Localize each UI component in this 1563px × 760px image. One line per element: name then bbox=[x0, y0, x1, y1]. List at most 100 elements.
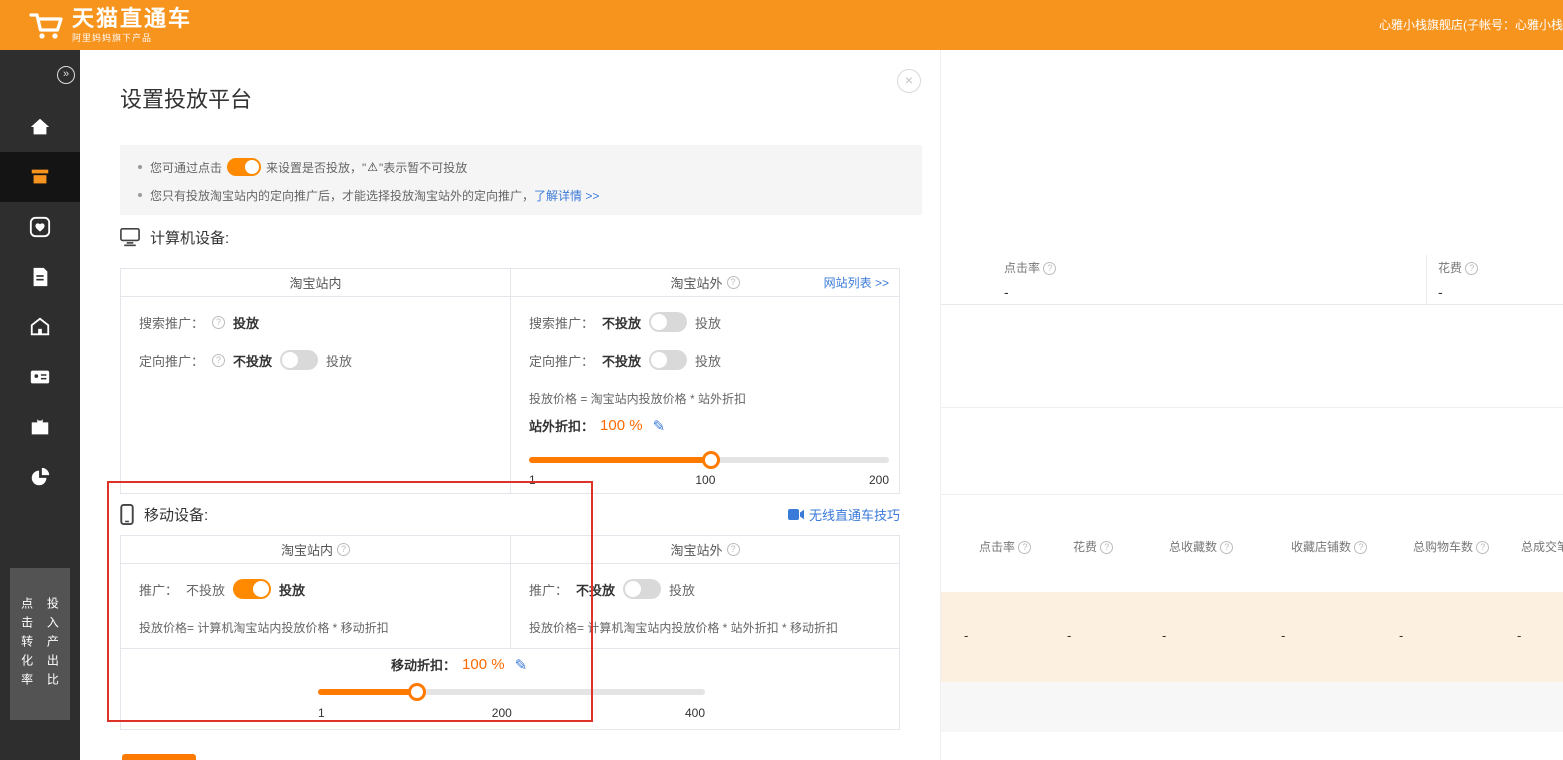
table-header-shop-favorites: 收藏店铺数 ? bbox=[1291, 538, 1367, 555]
background-report-page: 点击率 ? - 花费 ? - 点击率 ? 花费 ? 总收藏数 ? 收藏店铺数 ?… bbox=[940, 50, 1563, 760]
help-icon[interactable]: ? bbox=[1043, 262, 1056, 275]
sidebar-item-home[interactable] bbox=[0, 102, 80, 152]
help-icon[interactable]: ? bbox=[212, 354, 225, 367]
row-label: 搜索推广： bbox=[139, 313, 204, 332]
close-icon[interactable]: × bbox=[897, 69, 921, 93]
sidebar-item-campaign[interactable] bbox=[0, 152, 80, 202]
cost-value: - bbox=[1438, 276, 1478, 300]
sidebar-item-favorites[interactable] bbox=[0, 202, 80, 252]
discount-value: 100 % bbox=[462, 656, 505, 673]
header-taobao-onsite: 淘宝站内 ? bbox=[121, 536, 510, 563]
sidebar-item-account[interactable] bbox=[0, 352, 80, 402]
table-cell: - bbox=[1162, 628, 1166, 643]
toggle-knob bbox=[625, 581, 641, 597]
row-label: 定向推广： bbox=[529, 351, 594, 370]
header-label: 淘宝站外 bbox=[670, 273, 722, 292]
bullet-dot bbox=[138, 193, 142, 197]
confirm-button[interactable] bbox=[122, 754, 196, 760]
row-label: 定向推广： bbox=[139, 351, 204, 370]
header-label: 总购物车数 bbox=[1413, 540, 1473, 554]
target-promo-row: 定向推广： ? 不投放 投放 bbox=[139, 349, 352, 371]
mobile-discount-line: 移动折扣： 100 % ✎ bbox=[391, 655, 527, 674]
offsite-discount-slider[interactable] bbox=[529, 451, 889, 469]
help-icon[interactable]: ? bbox=[1220, 541, 1233, 554]
metric-conversion-rate[interactable]: 点击转化率 bbox=[19, 597, 36, 692]
mobile-discount-slider[interactable] bbox=[318, 683, 705, 701]
slider-ticks: 1 200 400 bbox=[318, 706, 705, 721]
edit-pencil-icon[interactable]: ✎ bbox=[515, 656, 528, 674]
help-icon[interactable]: ? bbox=[1354, 541, 1367, 554]
bullet-dot bbox=[138, 165, 142, 169]
tip-line-1: 您可通过点击 来设置是否投放，"⚠"表示暂不可投放 bbox=[138, 157, 467, 177]
table-header-orders: 总成交笔 bbox=[1521, 538, 1563, 555]
divider bbox=[941, 407, 1563, 408]
discount-value: 100 % bbox=[600, 417, 643, 434]
app-root: 点击率 ? - 花费 ? - 点击率 ? 花费 ? 总收藏数 ? 收藏店铺数 ?… bbox=[0, 0, 1563, 760]
sidebar-item-data[interactable] bbox=[0, 452, 80, 502]
summary-col-ctr: 点击率 ? - bbox=[1004, 255, 1056, 300]
state-off-label: 不投放 bbox=[233, 351, 272, 370]
summary-col-label: 花费 ? bbox=[1438, 255, 1478, 276]
card-icon bbox=[29, 366, 51, 388]
row-label: 搜索推广： bbox=[529, 313, 594, 332]
slider-fill bbox=[318, 689, 417, 695]
row-label: 推广： bbox=[529, 580, 568, 599]
help-icon[interactable]: ? bbox=[212, 316, 225, 329]
computer-offsite-search-toggle[interactable] bbox=[649, 312, 687, 332]
help-icon[interactable]: ? bbox=[1476, 541, 1489, 554]
help-icon[interactable]: ? bbox=[1100, 541, 1113, 554]
wireless-tips-link[interactable]: 无线直通车技巧 bbox=[788, 505, 900, 524]
tip-text: "表示暂不可投放 bbox=[379, 159, 467, 176]
help-icon[interactable]: ? bbox=[727, 543, 740, 556]
computer-onsite-target-toggle[interactable] bbox=[280, 350, 318, 370]
shop-icon bbox=[29, 166, 51, 188]
account-info[interactable]: 心雅小栈旗舰店(子帐号：心雅小栈 bbox=[1379, 0, 1563, 50]
slider-fill bbox=[529, 457, 711, 463]
header-taobao-onsite: 淘宝站内 bbox=[121, 269, 510, 296]
ctr-label: 点击率 bbox=[1004, 261, 1040, 275]
state-off-label: 不投放 bbox=[576, 580, 615, 599]
site-list-link[interactable]: 网站列表 >> bbox=[824, 274, 889, 291]
search-promo-row: 搜索推广： ? 投放 bbox=[139, 311, 259, 333]
help-icon[interactable]: ? bbox=[727, 276, 740, 289]
warning-icon: ⚠ bbox=[367, 160, 378, 174]
ctr-value: - bbox=[1004, 276, 1056, 300]
discount-label: 站外折扣： bbox=[529, 416, 594, 435]
help-icon[interactable]: ? bbox=[337, 543, 350, 556]
table-body: 搜索推广： ? 投放 定向推广： ? 不投放 投放 搜索推广： bbox=[121, 297, 899, 494]
placement-settings-dialog: × 设置投放平台 您可通过点击 来设置是否投放，"⚠"表示暂不可投放 您只有投放… bbox=[80, 50, 940, 760]
sidebar-item-reports[interactable] bbox=[0, 252, 80, 302]
wireless-tips-label[interactable]: 无线直通车技巧 bbox=[809, 505, 900, 524]
metric-roi[interactable]: 投入产出比 bbox=[44, 597, 61, 692]
help-icon[interactable]: ? bbox=[1018, 541, 1031, 554]
sidebar-item-tools[interactable] bbox=[0, 402, 80, 452]
mobile-onsite-promo-toggle[interactable] bbox=[233, 579, 271, 599]
metric-quick-panel: 点击转化率 投入产出比 bbox=[10, 568, 70, 720]
collapse-chevron-icon[interactable]: » bbox=[57, 66, 75, 84]
video-icon bbox=[788, 509, 804, 520]
learn-more-link[interactable]: 了解详情 >> bbox=[534, 187, 599, 204]
slider-handle[interactable] bbox=[702, 451, 720, 469]
divider bbox=[941, 494, 1563, 495]
header-label: 点击率 bbox=[979, 540, 1015, 554]
section-title: 计算机设备: bbox=[150, 227, 229, 248]
mobile-offsite-promo-toggle[interactable] bbox=[623, 579, 661, 599]
header-label: 总成交笔 bbox=[1521, 540, 1563, 554]
sidebar-item-store[interactable] bbox=[0, 302, 80, 352]
header-label: 花费 bbox=[1073, 540, 1097, 554]
computer-offsite-target-toggle[interactable] bbox=[649, 350, 687, 370]
tip-text: 来设置是否投放，" bbox=[266, 159, 366, 176]
slider-handle[interactable] bbox=[408, 683, 426, 701]
mobile-discount-row: 移动折扣： 100 % ✎ 1 200 400 bbox=[121, 648, 899, 730]
store-icon bbox=[29, 316, 51, 338]
cost-label: 花费 bbox=[1438, 261, 1462, 275]
tick-mid: 100 bbox=[695, 473, 715, 487]
table-body: 推广： 不投放 投放 投放价格= 计算机淘宝站内投放价格 * 移动折扣 推广： … bbox=[121, 564, 899, 648]
logo-text: 天猫直通车 阿里妈妈旗下产品 bbox=[72, 7, 192, 44]
edit-pencil-icon[interactable]: ✎ bbox=[653, 417, 666, 435]
heart-icon bbox=[29, 216, 51, 238]
price-formula: 投放价格= 计算机淘宝站内投放价格 * 站外折扣 * 移动折扣 bbox=[529, 619, 838, 636]
summary-col-label: 点击率 ? bbox=[1004, 255, 1056, 276]
help-icon[interactable]: ? bbox=[1465, 262, 1478, 275]
header-label: 收藏店铺数 bbox=[1291, 540, 1351, 554]
